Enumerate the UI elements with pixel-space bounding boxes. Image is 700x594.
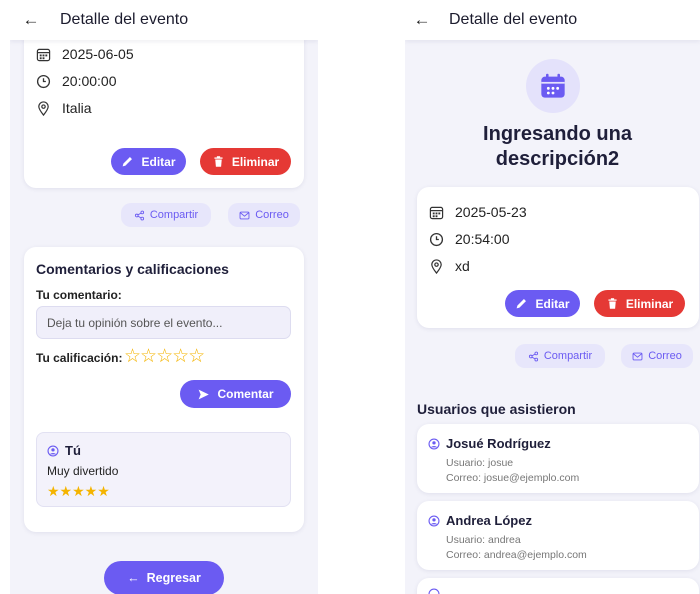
calendar-icon	[36, 48, 51, 61]
delete-button[interactable]: Eliminar	[594, 290, 685, 317]
attendee-name: Andrea López	[428, 513, 532, 528]
share-button[interactable]: Compartir	[121, 203, 211, 227]
event-title: Ingresando una descripción2	[483, 123, 632, 170]
page-title: Detalle del evento	[60, 11, 189, 28]
comments-card: Comentarios y calificaciones Tu comentar…	[24, 247, 304, 532]
share-icon	[528, 351, 538, 361]
attendee-name: Josué Rodríguez	[428, 436, 551, 451]
event-date: 2025-06-05	[62, 46, 134, 62]
attendee-card: Josué Rodríguez Usuario: josue Correo: j…	[417, 424, 699, 493]
event-date-row: 2025-06-05	[36, 46, 134, 62]
mail-button[interactable]: Correo	[621, 344, 693, 368]
calendar-icon	[429, 206, 444, 219]
mail-button[interactable]: Correo	[228, 203, 300, 227]
event-date-row: 2025-05-23	[429, 204, 527, 220]
share-button[interactable]: Compartir	[515, 344, 605, 368]
location-pin-icon	[38, 100, 49, 116]
event-info-card: 2025-06-05 20:00:00 Italia Editar Elimin…	[24, 28, 304, 188]
page-title: Detalle del evento	[449, 11, 578, 28]
event-icon-badge	[526, 59, 580, 113]
envelope-icon	[632, 352, 643, 360]
comments-title: Comentarios y calificaciones	[36, 261, 229, 277]
attendees-title: Usuarios que asistieron	[417, 401, 576, 417]
pencil-icon	[123, 157, 133, 167]
comment-item: Tú Muy divertido ★★★★★	[36, 432, 291, 507]
envelope-icon	[239, 211, 250, 219]
scroll-content[interactable]: Ingresando una descripción2 2025-05-23 2…	[405, 40, 700, 594]
user-circle-icon	[428, 588, 440, 594]
location-pin-icon	[431, 258, 442, 274]
clock-icon	[429, 232, 444, 246]
pencil-icon	[517, 299, 527, 309]
comment-stars: ★★★★★	[47, 483, 110, 499]
rating-stars[interactable]: ☆☆☆☆☆	[124, 345, 205, 368]
attendee-card: Andrea López Usuario: andrea Correo: and…	[417, 501, 699, 570]
comment-input[interactable]: Deja tu opinión sobre el evento...	[36, 306, 291, 339]
clock-icon	[36, 74, 51, 88]
edit-button[interactable]: Editar	[111, 148, 186, 175]
event-time-row: 20:00:00	[36, 73, 117, 89]
attendee-username: Usuario: josue	[446, 457, 514, 469]
arrow-left-icon[interactable]: ←	[407, 10, 437, 30]
app-bar: ← Detalle del evento	[10, 0, 318, 40]
attendee-email: Correo: josue@ejemplo.com	[446, 472, 580, 484]
share-icon	[134, 210, 144, 220]
user-circle-icon	[428, 437, 440, 450]
delete-button[interactable]: Eliminar	[200, 148, 291, 175]
comment-label: Tu comentario:	[36, 288, 122, 302]
calendar-event-icon	[541, 73, 565, 98]
arrow-left-icon: ←	[127, 571, 140, 585]
event-place: Italia	[62, 100, 92, 116]
right-screen: ← Detalle del evento Ingresando una desc…	[405, 0, 700, 594]
event-time: 20:54:00	[455, 231, 510, 247]
attendee-email: Correo: andrea@ejemplo.com	[446, 549, 587, 561]
left-screen: ← Detalle del evento 2025-06-05 20:00:00…	[10, 0, 318, 594]
attendee-card-partial	[417, 578, 699, 594]
event-time: 20:00:00	[62, 73, 117, 89]
event-place: xd	[455, 258, 470, 274]
attendee-username: Usuario: andrea	[446, 534, 521, 546]
comment-submit-button[interactable]: Comentar	[180, 380, 291, 408]
user-circle-icon	[428, 514, 440, 527]
arrow-left-icon[interactable]: ←	[16, 10, 46, 30]
comment-text: Muy divertido	[47, 464, 119, 478]
scroll-content[interactable]: 2025-06-05 20:00:00 Italia Editar Elimin…	[10, 28, 318, 594]
rating-label: Tu calificación:	[36, 351, 123, 365]
event-info-card: 2025-05-23 20:54:00 xd Editar Eliminar	[417, 187, 699, 328]
trash-icon	[608, 298, 617, 309]
trash-icon	[214, 156, 223, 167]
event-time-row: 20:54:00	[429, 231, 510, 247]
app-bar: ← Detalle del evento	[405, 0, 700, 40]
edit-button[interactable]: Editar	[505, 290, 580, 317]
send-icon	[199, 389, 210, 399]
event-place-row: Italia	[36, 100, 92, 116]
user-circle-icon	[47, 444, 59, 457]
event-place-row: xd	[429, 258, 470, 274]
comment-author: Tú	[47, 443, 81, 458]
event-date: 2025-05-23	[455, 204, 527, 220]
back-button[interactable]: ← Regresar	[104, 561, 224, 594]
